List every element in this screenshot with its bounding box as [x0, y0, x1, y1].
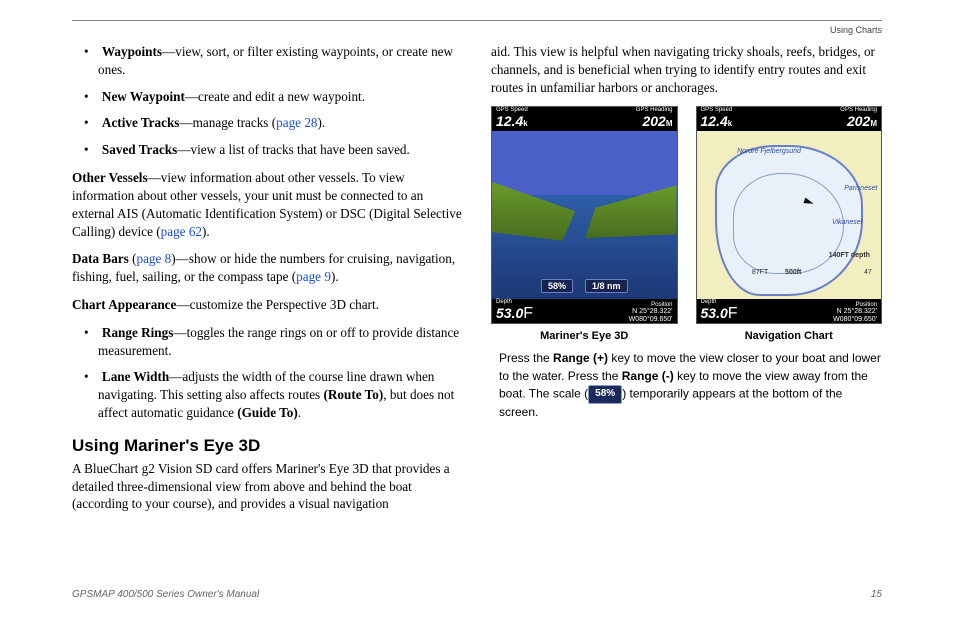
range-badge: 1/8 nm	[585, 279, 628, 293]
caption-mariners-eye-3d: Mariner's Eye 3D	[540, 330, 628, 342]
left-column: Waypoints—view, sort, or filter existing…	[72, 43, 463, 513]
rest: —manage tracks (	[179, 115, 276, 130]
scale-badge-inline: 58%	[588, 385, 622, 404]
bold2: (Guide To)	[237, 405, 297, 420]
terrain-left	[492, 182, 575, 266]
gps-heading-value: 202	[642, 113, 665, 129]
chart-label-nordre: Nordre Fjelbergsund	[737, 148, 801, 155]
rest: —create and edit a new waypoint.	[185, 89, 365, 104]
depth-block: Depth 53.0F	[496, 299, 533, 323]
page-link-62[interactable]: page 62	[161, 224, 202, 239]
other-vessels-para: Other Vessels—view information about oth…	[72, 169, 463, 240]
bullet-active-tracks: Active Tracks—manage tracks (page 28).	[72, 114, 463, 132]
data-bars-para: Data Bars (page 8)—show or hide the numb…	[72, 250, 463, 286]
bullet-new-waypoint: New Waypoint—create and edit a new waypo…	[72, 88, 463, 106]
device-screen-3d: GPS Speed 12.4k GPS Heading 202M 58%	[491, 106, 678, 324]
right-column: aid. This view is helpful when navigatin…	[491, 43, 882, 513]
terrain-right	[575, 185, 676, 261]
chart-depth-87: 87FT	[752, 269, 768, 276]
bold1: (Route To)	[324, 387, 384, 402]
rest3: .	[298, 405, 301, 420]
term: Lane Width	[102, 369, 169, 384]
bullet-saved-tracks: Saved Tracks—view a list of tracks that …	[72, 141, 463, 159]
term: New Waypoint	[102, 89, 185, 104]
chart-label-parisneset: Parisneset	[844, 185, 877, 192]
term: Waypoints	[102, 44, 162, 59]
header-section-label: Using Charts	[72, 25, 882, 43]
water-contour-2	[733, 173, 844, 274]
chart-scale: 500ft	[785, 269, 801, 276]
gps-heading-block: GPS Heading 202M	[636, 107, 673, 131]
figures-row: GPS Speed 12.4k GPS Heading 202M 58%	[491, 106, 882, 342]
rest: —view a list of tracks that have been sa…	[177, 142, 410, 157]
t1: Press the	[499, 351, 553, 365]
page-footer: GPSMAP 400/500 Series Owner's Manual 15	[72, 589, 882, 600]
position-lat: N 25°28.322'	[837, 308, 877, 315]
screen-bottom-bar: Depth 53.0F Position N 25°28.322' W080°0…	[697, 299, 882, 323]
gps-heading-value: 202	[847, 113, 870, 129]
device-screen-chart: GPS Speed 12.4k GPS Heading 202M Nordre …	[696, 106, 883, 324]
mid-badges: 58% 1/8 nm	[492, 279, 677, 293]
heading-mariners-eye-3d: Using Mariner's Eye 3D	[72, 436, 463, 456]
position-lon: W080°09.650'	[833, 316, 877, 323]
chart-num-47: 47	[864, 269, 872, 276]
caption-navigation-chart: Navigation Chart	[745, 330, 833, 342]
term: Chart Appearance	[72, 297, 176, 312]
bullet-waypoints: Waypoints—view, sort, or filter existing…	[72, 43, 463, 79]
depth-value: 53.0	[701, 305, 728, 321]
gps-heading-block: GPS Heading 202M	[840, 107, 877, 131]
screen-chart-view: Nordre Fjelbergsund Parisneset Vikaneset…	[697, 131, 882, 299]
figure-mariners-eye-3d: GPS Speed 12.4k GPS Heading 202M 58%	[491, 106, 678, 342]
bullet-range-rings: Range Rings—toggles the range rings on o…	[72, 324, 463, 360]
page-link-8[interactable]: page 8	[136, 251, 171, 266]
bullet-list-2: Range Rings—toggles the range rings on o…	[72, 324, 463, 422]
footer-manual-title: GPSMAP 400/500 Series Owner's Manual	[72, 589, 259, 600]
continuation-para: aid. This view is helpful when navigatin…	[491, 43, 882, 96]
depth-value: 53.0	[496, 305, 523, 321]
gps-speed-unit: k	[728, 119, 732, 128]
range-plus-key: Range (+)	[553, 351, 608, 365]
chart-appearance-para: Chart Appearance—customize the Perspecti…	[72, 296, 463, 314]
gps-heading-unit: M	[870, 119, 877, 128]
depth-unit: F	[523, 305, 533, 322]
gps-speed-value: 12.4	[701, 113, 728, 129]
term: Range Rings	[102, 325, 173, 340]
page-link-9[interactable]: page 9	[296, 269, 331, 284]
position-block: Position N 25°28.322' W080°09.650'	[629, 302, 673, 323]
screen-bottom-bar: Depth 53.0F Position N 25°28.322' W080°0…	[492, 299, 677, 323]
bullet-list-1: Waypoints—view, sort, or filter existing…	[72, 43, 463, 159]
gps-speed-unit: k	[523, 119, 527, 128]
gps-speed-block: GPS Speed 12.4k	[701, 107, 733, 131]
figure-navigation-chart: GPS Speed 12.4k GPS Heading 202M Nordre …	[696, 106, 883, 342]
gps-speed-value: 12.4	[496, 113, 523, 129]
chart-depth-140: 140FT depth	[829, 252, 870, 259]
range-note-para: Press the Range (+) key to move the view…	[491, 350, 882, 421]
rest2: ).	[331, 269, 339, 284]
term: Other Vessels	[72, 170, 148, 185]
screen-top-bar: GPS Speed 12.4k GPS Heading 202M	[492, 107, 677, 131]
term: Data Bars	[72, 251, 129, 266]
rest: —customize the Perspective 3D chart.	[176, 297, 379, 312]
heading-para: A BlueChart g2 Vision SD card offers Mar…	[72, 460, 463, 513]
term: Saved Tracks	[102, 142, 177, 157]
screen-3d-view: 58% 1/8 nm	[492, 131, 677, 299]
depth-block: Depth 53.0F	[701, 299, 738, 323]
page-link-28[interactable]: page 28	[276, 115, 317, 130]
rest2: ).	[202, 224, 210, 239]
screen-top-bar: GPS Speed 12.4k GPS Heading 202M	[697, 107, 882, 131]
range-minus-key: Range (-)	[622, 369, 674, 383]
scale-pct-badge: 58%	[541, 279, 573, 293]
position-lon: W080°09.650'	[629, 316, 673, 323]
gps-speed-block: GPS Speed 12.4k	[496, 107, 528, 131]
footer-page-number: 15	[871, 589, 882, 600]
chart-label-vikaneset: Vikaneset	[832, 219, 863, 226]
gps-heading-unit: M	[666, 119, 673, 128]
position-lat: N 25°28.322'	[632, 308, 672, 315]
depth-unit: F	[728, 305, 738, 322]
bullet-lane-width: Lane Width—adjusts the width of the cour…	[72, 368, 463, 421]
rest2: ).	[318, 115, 326, 130]
term: Active Tracks	[102, 115, 180, 130]
position-block: Position N 25°28.322' W080°09.650'	[833, 302, 877, 323]
